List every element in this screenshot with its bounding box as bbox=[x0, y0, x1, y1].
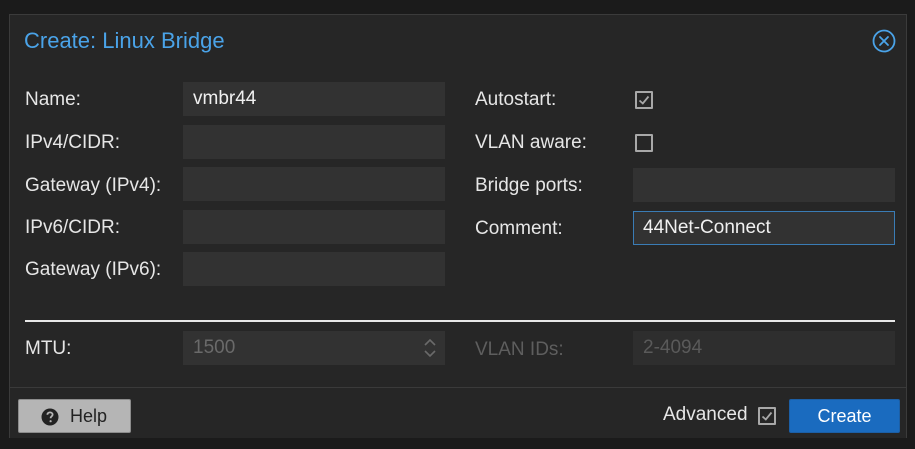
advanced-checkbox[interactable] bbox=[758, 407, 776, 425]
comment-label: Comment: bbox=[475, 218, 563, 239]
mtu-label: MTU: bbox=[25, 338, 72, 359]
spinner-arrows-icon[interactable] bbox=[423, 336, 437, 360]
dialog-title: Create: Linux Bridge bbox=[24, 28, 225, 53]
autostart-checkbox[interactable] bbox=[635, 91, 653, 109]
checkmark-icon bbox=[638, 95, 650, 105]
bridge-ports-input[interactable] bbox=[633, 168, 895, 202]
divider bbox=[25, 320, 895, 322]
mtu-input[interactable] bbox=[183, 331, 445, 365]
name-label: Name: bbox=[25, 89, 81, 110]
dialog-footer: Help Advanced Create bbox=[10, 387, 906, 438]
name-input[interactable] bbox=[183, 82, 445, 116]
ipv6-input[interactable] bbox=[183, 210, 445, 244]
mtu-spinner-field bbox=[183, 331, 445, 365]
ipv4-label: IPv4/CIDR: bbox=[25, 132, 121, 153]
close-icon[interactable] bbox=[872, 29, 896, 53]
autostart-label: Autostart: bbox=[475, 89, 557, 110]
gateway-ipv6-input[interactable] bbox=[183, 252, 445, 286]
create-button[interactable]: Create bbox=[789, 399, 900, 433]
gateway-ipv4-input[interactable] bbox=[183, 167, 445, 201]
gateway-ipv4-label: Gateway (IPv4): bbox=[25, 175, 162, 196]
vlan-ids-label: VLAN IDs: bbox=[475, 339, 564, 360]
create-linux-bridge-dialog: Create: Linux Bridge Name: IPv4/CIDR: Ga… bbox=[9, 14, 907, 438]
gateway-ipv6-label: Gateway (IPv6): bbox=[25, 259, 162, 280]
vlan-aware-checkbox[interactable] bbox=[635, 134, 653, 152]
vlan-ids-input bbox=[633, 331, 895, 365]
ipv6-label: IPv6/CIDR: bbox=[25, 217, 121, 238]
help-label: Help bbox=[70, 406, 108, 426]
help-button[interactable]: Help bbox=[18, 399, 131, 433]
bridge-ports-label: Bridge ports: bbox=[475, 175, 583, 196]
checkmark-icon bbox=[761, 411, 773, 421]
vlan-aware-label: VLAN aware: bbox=[475, 132, 587, 153]
ipv4-input[interactable] bbox=[183, 125, 445, 159]
advanced-label: Advanced bbox=[663, 404, 748, 425]
question-circle-icon bbox=[41, 408, 59, 426]
comment-input[interactable] bbox=[633, 211, 895, 245]
